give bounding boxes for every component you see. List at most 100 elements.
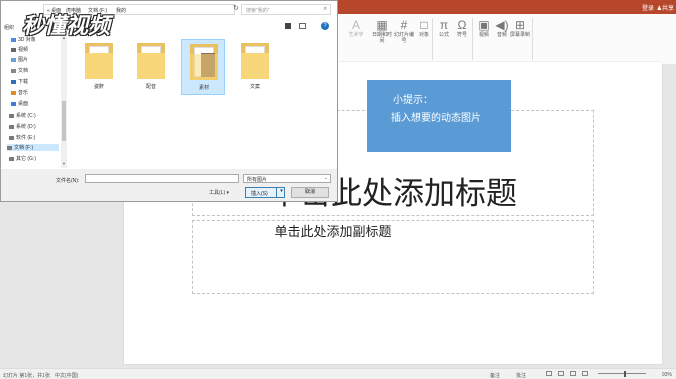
screen-record-button[interactable]: ⊞ 屏幕录制 bbox=[508, 18, 532, 38]
search-input[interactable]: 搜索"我的" ⌕ bbox=[241, 4, 331, 15]
insert-options-dropdown[interactable]: ▾ bbox=[276, 188, 286, 197]
equation-label: 公式 bbox=[438, 32, 449, 38]
folder-icon bbox=[85, 43, 113, 79]
slide-number-label: 幻灯片编号 bbox=[393, 32, 414, 44]
folder-item[interactable]: 文案 bbox=[233, 39, 277, 95]
tip-body: 插入想要的动态图片 bbox=[391, 113, 481, 124]
audio-label: 音频 bbox=[496, 32, 507, 38]
wordart-button[interactable]: A 艺术字 bbox=[344, 18, 368, 38]
folder-item[interactable]: 配音 bbox=[129, 39, 173, 95]
videos-icon bbox=[11, 47, 16, 52]
group-divider bbox=[532, 18, 533, 60]
nav-item-drive-d[interactable]: 系统 (D:) bbox=[9, 123, 36, 130]
insert-label: 插入(S) bbox=[251, 191, 268, 197]
file-name-label: 文件名(N): bbox=[56, 178, 80, 184]
dialog-footer: 文件名(N): 所有图片 ⌄ 工具(L) ▾ 插入(S) ▾ 取消 bbox=[1, 169, 337, 201]
folder-label: 姿鼾 bbox=[93, 84, 104, 90]
share-button[interactable]: ♟共享 bbox=[657, 3, 674, 12]
screen-record-label: 屏幕录制 bbox=[509, 32, 530, 38]
cancel-button[interactable]: 取消 bbox=[291, 187, 329, 198]
status-bar: 幻灯片 第1张，共1张 中文(中国) 备注 批注 93% bbox=[0, 368, 676, 379]
video-label: 视频 bbox=[478, 32, 489, 38]
datetime-button[interactable]: ▦ 日期和时间 bbox=[370, 18, 394, 44]
zoom-level[interactable]: 93% bbox=[662, 372, 672, 378]
drive-icon bbox=[9, 156, 14, 161]
nav-label: 音乐 bbox=[18, 90, 29, 96]
watermark-logo: 秒懂视频 bbox=[22, 13, 111, 38]
nav-item-drive-f[interactable]: 文档 (F:) bbox=[7, 144, 59, 151]
tools-button[interactable]: 工具(L) ▾ bbox=[209, 189, 229, 196]
object-label: 对象 bbox=[418, 32, 429, 38]
insert-button[interactable]: 插入(S) ▾ bbox=[245, 187, 285, 198]
pictures-icon bbox=[11, 57, 16, 62]
nav-item-drive-c[interactable]: 系统 (C:) bbox=[9, 112, 36, 119]
screen-record-icon: ⊞ bbox=[514, 18, 526, 32]
folder-label: 素材 bbox=[198, 85, 209, 91]
login-link[interactable]: 登录 bbox=[642, 3, 654, 12]
nav-item-drive-e[interactable]: 软件 (E:) bbox=[9, 134, 35, 141]
slide-subtitle[interactable]: 单击此处添加副标题 bbox=[192, 221, 474, 240]
wordart-icon: A bbox=[351, 18, 360, 32]
chevron-down-icon: ⌄ bbox=[323, 175, 328, 181]
nav-item-documents[interactable]: 文档 bbox=[11, 67, 28, 74]
nav-scrollbar-thumb[interactable] bbox=[62, 101, 66, 141]
refresh-icon[interactable]: ↻ bbox=[233, 4, 239, 12]
zoom-slider[interactable] bbox=[598, 373, 646, 374]
folder-icon bbox=[241, 43, 269, 79]
help-icon[interactable]: ? bbox=[321, 22, 329, 30]
slide-sorter-icon[interactable] bbox=[558, 371, 564, 376]
file-type-value: 所有图片 bbox=[247, 177, 268, 183]
nav-item-videos[interactable]: 视频 bbox=[11, 46, 28, 53]
zoom-thumb[interactable] bbox=[624, 371, 626, 377]
reading-view-icon[interactable] bbox=[570, 371, 576, 376]
calendar-icon: ▦ bbox=[376, 18, 388, 32]
nav-label: 其它 (G:) bbox=[16, 156, 36, 162]
nav-label: 图片 bbox=[18, 57, 29, 63]
drive-icon bbox=[9, 113, 14, 118]
normal-view-icon[interactable] bbox=[546, 371, 552, 376]
nav-label: 软件 (E:) bbox=[16, 135, 36, 141]
tools-label: 工具(L) bbox=[209, 190, 226, 196]
slideshow-icon[interactable] bbox=[582, 371, 588, 376]
nav-label: 系统 (C:) bbox=[16, 113, 36, 119]
nav-item-pictures[interactable]: 图片 bbox=[11, 56, 28, 63]
nav-label: 文档 bbox=[18, 68, 29, 74]
nav-label: 视频 bbox=[18, 47, 29, 53]
nav-label: 下载 bbox=[18, 79, 29, 85]
file-type-select[interactable]: 所有图片 ⌄ bbox=[243, 174, 331, 183]
tip-title: 小提示： bbox=[393, 95, 433, 106]
scroll-down-icon[interactable]: ▼ bbox=[62, 161, 66, 166]
desktop-icon bbox=[11, 101, 16, 106]
symbol-button[interactable]: Ω 符号 bbox=[450, 18, 474, 38]
preview-pane-icon[interactable] bbox=[299, 23, 306, 29]
tip-box: 小提示： 插入想要的动态图片 bbox=[367, 80, 511, 152]
3d-objects-icon bbox=[11, 37, 16, 42]
drive-icon bbox=[7, 145, 12, 150]
search-icon[interactable]: ⌕ bbox=[324, 6, 327, 13]
nav-item-drive-g[interactable]: 其它 (G:) bbox=[9, 155, 36, 162]
breadcrumb-folder[interactable]: 我的 bbox=[116, 7, 126, 14]
drive-icon bbox=[9, 124, 14, 129]
symbol-label: 符号 bbox=[456, 32, 467, 38]
wordart-label: 艺术字 bbox=[348, 32, 364, 38]
folder-item-selected[interactable]: 素材 bbox=[181, 39, 225, 95]
file-name-input[interactable] bbox=[85, 174, 239, 183]
folder-icon bbox=[137, 43, 165, 79]
share-label: 共享 bbox=[661, 6, 674, 12]
nav-label: 系统 (D:) bbox=[16, 124, 36, 130]
documents-icon bbox=[11, 68, 16, 73]
nav-item-desktop[interactable]: 桌面 bbox=[11, 100, 28, 107]
nav-item-downloads[interactable]: 下载 bbox=[11, 78, 28, 85]
omega-icon: Ω bbox=[457, 18, 467, 32]
view-options-icon[interactable] bbox=[285, 23, 291, 29]
folder-label: 配音 bbox=[145, 84, 156, 90]
nav-label: 桌面 bbox=[18, 101, 29, 107]
folder-item[interactable]: 姿鼾 bbox=[77, 39, 121, 95]
nav-item-music[interactable]: 音乐 bbox=[11, 89, 28, 96]
organize-button[interactable]: 组织 bbox=[4, 24, 14, 31]
music-icon bbox=[11, 90, 16, 95]
drive-icon bbox=[9, 135, 14, 140]
nav-label: 文档 (F:) bbox=[14, 145, 34, 151]
navigation-pane: 3D 对象 视频 图片 文档 下载 音乐 桌面 系统 (C:) 系统 (D:) … bbox=[1, 34, 67, 168]
search-placeholder: 搜索"我的" bbox=[246, 8, 270, 14]
